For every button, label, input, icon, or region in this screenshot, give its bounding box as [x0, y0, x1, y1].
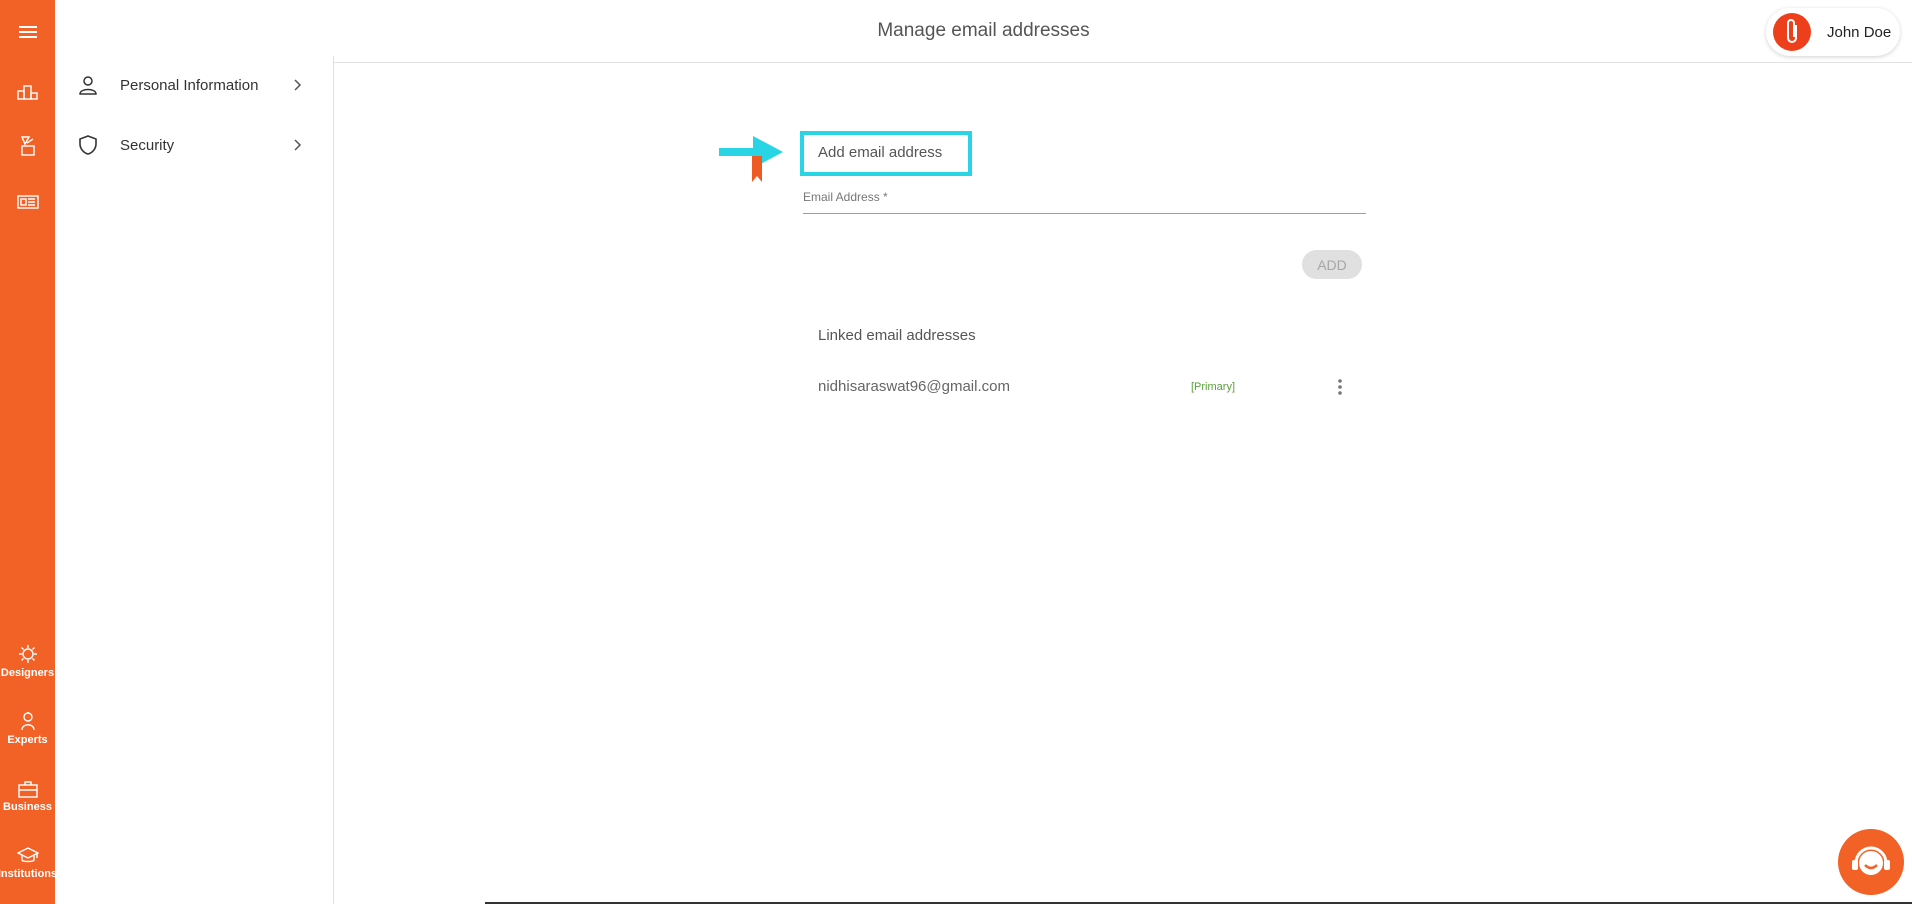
sidebar-item-personal-information[interactable]: Personal Information	[55, 60, 333, 110]
top-header: Manage email addresses John Doe	[55, 0, 1912, 63]
sidebar-item-security[interactable]: Security	[55, 120, 333, 170]
settings-sidebar: Personal Information Security	[55, 56, 334, 904]
user-menu[interactable]: John Doe	[1766, 8, 1900, 56]
person-icon	[76, 73, 100, 97]
email-input[interactable]	[803, 195, 1366, 211]
user-name: John Doe	[1827, 23, 1892, 41]
app-rail: Designers Experts Business Institutions	[0, 0, 58, 904]
expert-icon	[20, 711, 35, 730]
rail-label-designers: Designers	[0, 666, 55, 679]
paperclip-icon	[1787, 19, 1797, 43]
rail-item-design[interactable]	[0, 128, 55, 164]
sidebar-item-label: Security	[120, 136, 175, 154]
chevron-right-icon	[294, 79, 302, 91]
email-options-button[interactable]	[1328, 375, 1352, 399]
add-email-title: Add email address	[818, 144, 943, 161]
rail-item-podium[interactable]	[0, 74, 55, 110]
email-field[interactable]: Email Address *	[803, 190, 1366, 214]
designer-icon	[18, 644, 37, 663]
rail-label-experts: Experts	[7, 733, 48, 746]
rail-item-business[interactable]: Business	[0, 774, 55, 818]
rail-item-experts[interactable]: Experts	[0, 706, 55, 750]
rail-label-business: Business	[3, 800, 52, 813]
list-card-icon	[16, 195, 39, 209]
add-email-button[interactable]: ADD	[1302, 250, 1362, 279]
tutorial-arrow-icon	[719, 136, 783, 182]
design-tool-icon	[20, 136, 35, 156]
shield-icon	[76, 133, 100, 157]
graduation-cap-icon	[16, 846, 39, 862]
rail-item-list[interactable]	[0, 184, 55, 220]
rail-label-institutions: Institutions	[0, 867, 58, 880]
page-title: Manage email addresses	[877, 20, 1090, 41]
chevron-right-icon	[294, 139, 302, 151]
rail-item-institutions[interactable]: Institutions	[0, 841, 58, 885]
sidebar-item-label: Personal Information	[120, 76, 259, 94]
hamburger-icon	[18, 26, 37, 38]
support-chat-button[interactable]	[1838, 829, 1904, 895]
podium-icon	[16, 85, 38, 100]
list-item: nidhisaraswat96@gmail.com [Primary]	[818, 375, 1348, 399]
briefcase-icon	[17, 780, 38, 798]
more-vertical-icon	[1338, 379, 1342, 395]
avatar	[1773, 13, 1811, 51]
support-agent-icon	[1852, 846, 1890, 875]
primary-badge: [Primary]	[1191, 381, 1235, 393]
menu-button[interactable]	[0, 14, 55, 50]
linked-email-address: nidhisaraswat96@gmail.com	[818, 378, 1010, 395]
rail-item-designers[interactable]: Designers	[0, 639, 55, 683]
linked-emails-title: Linked email addresses	[818, 327, 976, 344]
